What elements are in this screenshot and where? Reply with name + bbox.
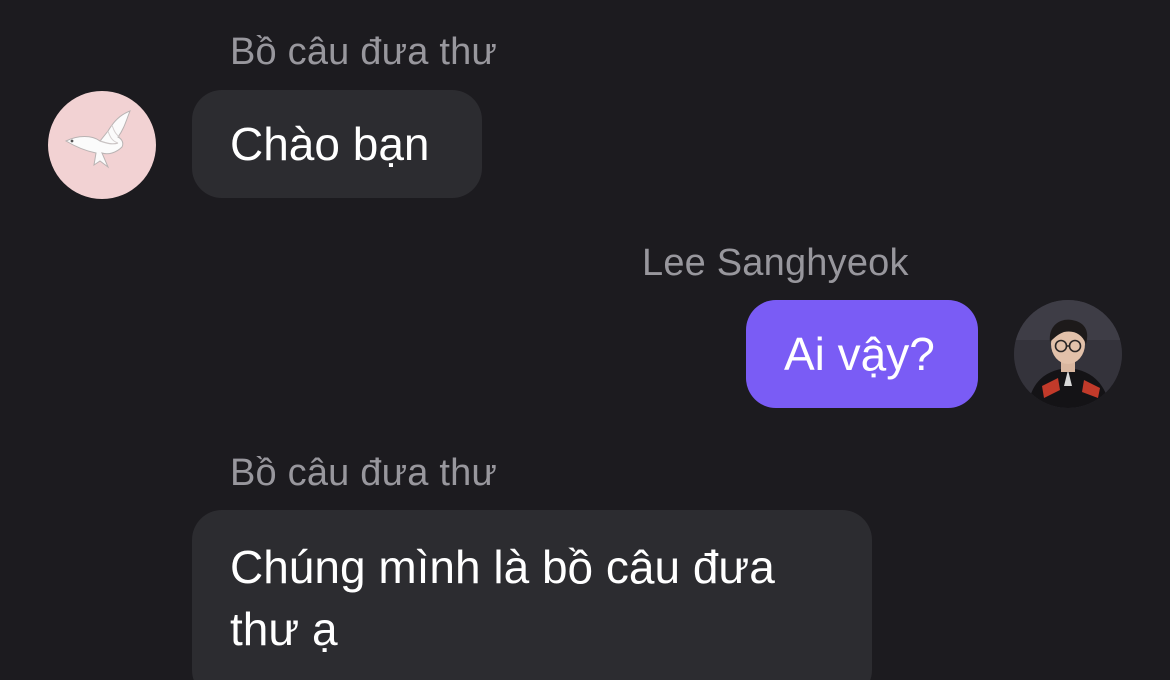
sender-name: Lee Sanghyeok (642, 242, 909, 284)
chat-thread: Bồ câu đưa thư Chào bạn Lee Sanghyeok Ai… (0, 0, 1170, 680)
sender-name: Bồ câu đưa thư (230, 452, 498, 494)
message-text: Chào bạn (230, 118, 430, 170)
dove-avatar[interactable] (48, 91, 156, 199)
message-bubble-outgoing[interactable]: Ai vậy? (746, 300, 978, 408)
dove-icon (64, 110, 131, 169)
sender-name: Bồ câu đưa thư (230, 31, 498, 73)
user-avatar[interactable] (1014, 300, 1122, 408)
user-photo-avatar (1014, 300, 1122, 408)
message-text: Ai vậy? (784, 328, 935, 380)
message-text-line: thư ạ (230, 603, 338, 655)
message-bubble-incoming[interactable]: Chào bạn (192, 90, 482, 198)
message-bubble-incoming[interactable]: Chúng mình là bồ câu đưa thư ạ (192, 510, 872, 680)
message-text-line: Chúng mình là bồ câu đưa (230, 541, 775, 593)
